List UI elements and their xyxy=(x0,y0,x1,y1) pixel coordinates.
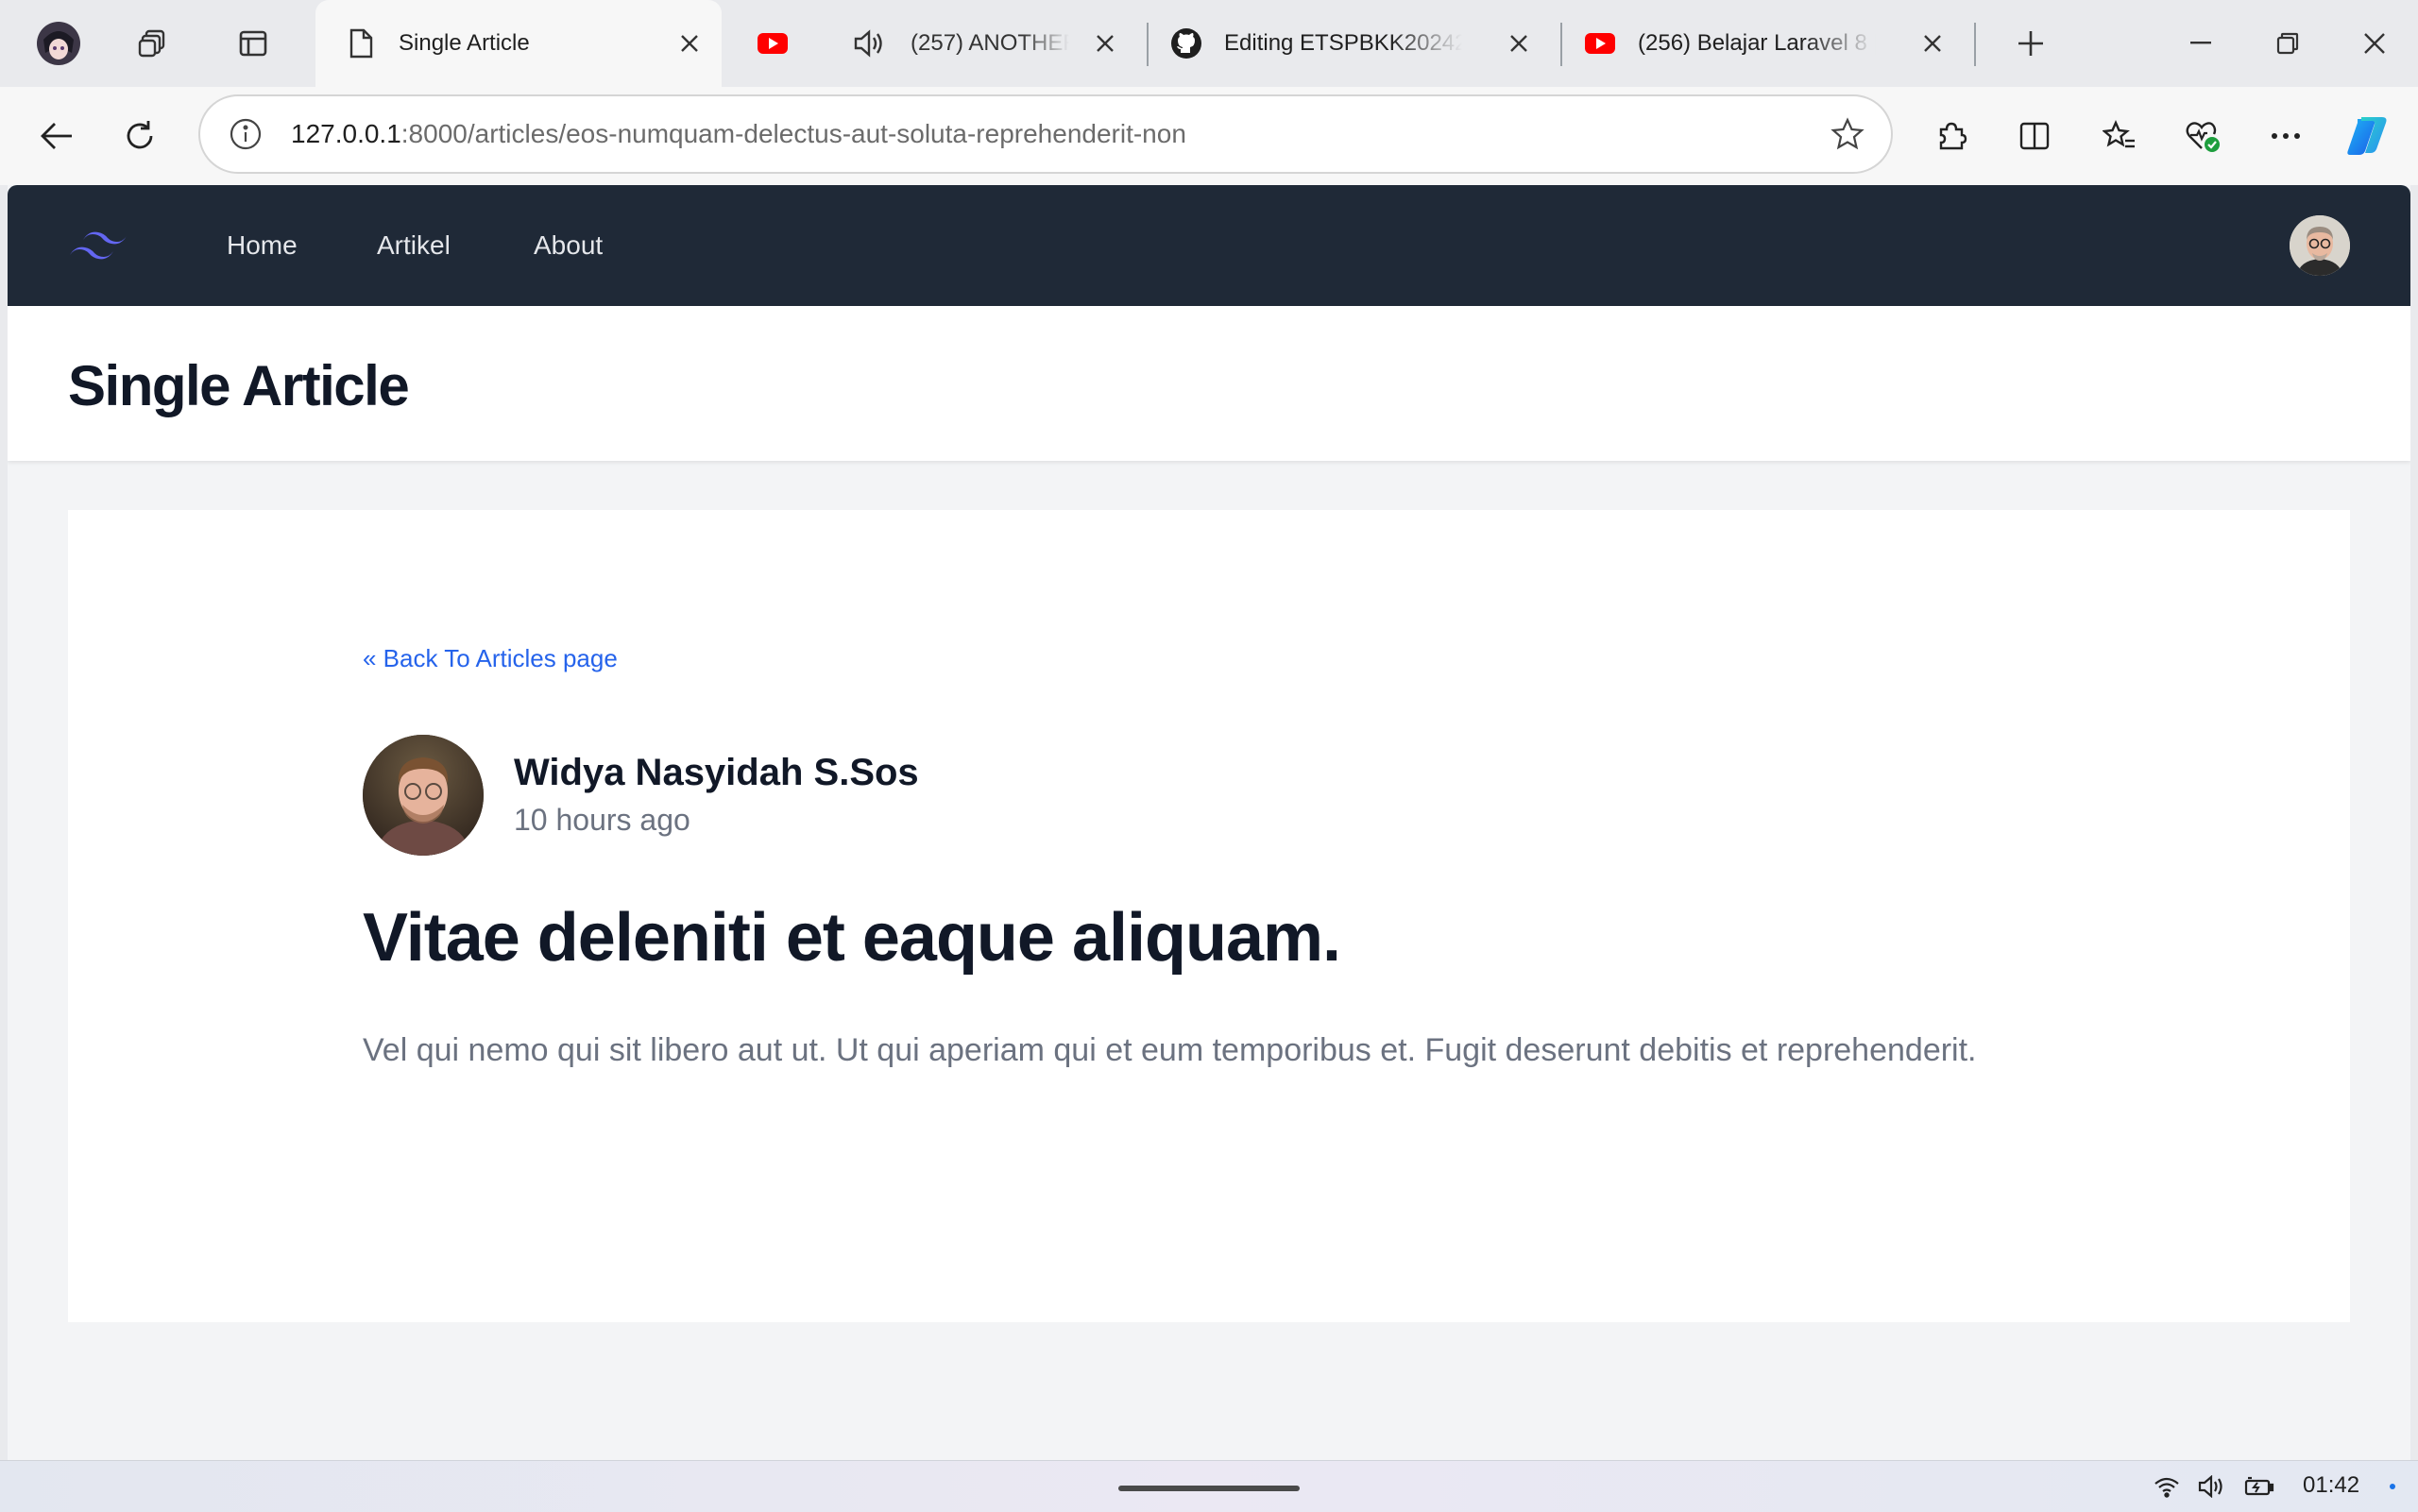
profile-avatar-button[interactable] xyxy=(30,15,87,72)
minimize-button[interactable] xyxy=(2172,15,2229,72)
wifi-icon[interactable] xyxy=(2152,1472,2182,1501)
close-tab-icon[interactable] xyxy=(1916,26,1950,60)
taskbar-handle[interactable] xyxy=(1118,1486,1300,1491)
close-window-button[interactable] xyxy=(2346,15,2403,72)
page-header: Single Article xyxy=(8,306,2410,461)
favorites-button[interactable] xyxy=(2091,108,2148,164)
extensions-button[interactable] xyxy=(1923,108,1980,164)
browser-tab-strip: Single Article (257) ANOTHER Editing ETS… xyxy=(0,0,2418,87)
more-dots-icon xyxy=(2272,133,2300,139)
volume-icon[interactable] xyxy=(2197,1472,2227,1501)
tab-separator xyxy=(1147,23,1149,66)
browser-essentials-button[interactable] xyxy=(2174,108,2231,164)
nav-link-home[interactable]: Home xyxy=(227,223,298,268)
workspaces-icon xyxy=(138,29,165,58)
youtube-icon xyxy=(756,26,790,60)
browser-toolbar: 127.0.0.1:8000/articles/eos-numquam-dele… xyxy=(0,87,2418,185)
puzzle-icon xyxy=(1939,122,1967,150)
web-page: Home Artikel About Single Article « Back… xyxy=(8,185,2410,1460)
article-card: « Back To Articles page Widya Nasyidah S… xyxy=(68,510,2350,1322)
site-navbar: Home Artikel About xyxy=(8,185,2410,306)
back-to-articles-link[interactable]: « Back To Articles page xyxy=(363,644,618,673)
copilot-icon xyxy=(2347,117,2387,155)
tab-title: Single Article xyxy=(399,30,530,56)
page-title: Single Article xyxy=(68,354,410,417)
split-screen-icon xyxy=(2019,122,2050,150)
published-time: 10 hours ago xyxy=(514,803,690,837)
tab-github-editing[interactable]: Editing ETSPBKK202420 xyxy=(1169,0,1547,87)
author-avatar-image xyxy=(363,735,484,856)
tab-actions-icon xyxy=(239,30,267,57)
address-bar[interactable]: 127.0.0.1:8000/articles/eos-numquam-dele… xyxy=(198,94,1893,174)
article-body: Vel qui nemo qui sit libero aut ut. Ut q… xyxy=(363,1032,1977,1068)
workspaces-button[interactable] xyxy=(125,15,181,72)
new-tab-button[interactable] xyxy=(2002,15,2059,72)
url-text: 127.0.0.1:8000/articles/eos-numquam-dele… xyxy=(291,96,1186,172)
page-icon xyxy=(344,26,378,60)
arrow-left-icon xyxy=(41,123,72,149)
split-screen-button[interactable] xyxy=(2006,108,2063,164)
close-tab-icon[interactable] xyxy=(1502,26,1536,60)
url-host: 127.0.0.1 xyxy=(291,119,401,148)
tab-title: (257) ANOTHER xyxy=(911,30,1069,56)
site-info-icon[interactable] xyxy=(229,117,263,156)
taskbar-clock[interactable]: 01:42 xyxy=(2303,1472,2359,1499)
copilot-button[interactable] xyxy=(2339,108,2395,164)
restore-button[interactable] xyxy=(2259,15,2316,72)
reload-button[interactable] xyxy=(111,108,168,164)
close-icon xyxy=(2364,33,2385,54)
heart-check-icon xyxy=(2186,122,2220,152)
reload-icon xyxy=(127,121,153,149)
article-title: Vitae deleniti et eaque aliquam. xyxy=(363,900,1341,976)
vertical-tabs-button[interactable] xyxy=(225,15,281,72)
plus-icon xyxy=(2018,31,2043,56)
audio-playing-icon[interactable] xyxy=(852,26,886,60)
favorites-list-icon xyxy=(2103,120,2135,148)
tab-title: (256) Belajar Laravel 8 | xyxy=(1638,30,1876,56)
taskbar: 01:42 xyxy=(0,1460,2418,1512)
user-avatar[interactable] xyxy=(2290,215,2350,276)
url-path: :8000/articles/eos-numquam-delectus-aut-… xyxy=(400,119,1186,148)
tab-single-article[interactable]: Single Article xyxy=(315,0,722,87)
user-avatar-image xyxy=(2290,215,2350,276)
github-icon xyxy=(1169,26,1203,60)
tab-youtube-another[interactable]: (257) ANOTHER xyxy=(756,0,1133,87)
close-tab-icon[interactable] xyxy=(673,26,707,60)
profile-avatar-icon xyxy=(37,22,80,65)
notification-dot xyxy=(2390,1484,2395,1489)
minimize-icon xyxy=(2190,42,2211,44)
more-options-button[interactable] xyxy=(2257,108,2314,164)
youtube-icon xyxy=(1583,26,1617,60)
nav-link-about[interactable]: About xyxy=(534,223,603,268)
tab-separator xyxy=(1974,23,1976,66)
tab-title: Editing ETSPBKK202420 xyxy=(1224,30,1462,56)
nav-link-artikel[interactable]: Artikel xyxy=(377,223,451,268)
tailwind-logo-icon[interactable] xyxy=(68,225,128,269)
tab-separator xyxy=(1560,23,1562,66)
tab-youtube-laravel[interactable]: (256) Belajar Laravel 8 | xyxy=(1583,0,1961,87)
favorite-star-icon[interactable] xyxy=(1831,117,1865,156)
author-name[interactable]: Widya Nasyidah S.Sos xyxy=(514,752,919,794)
restore-icon xyxy=(2276,32,2299,55)
battery-charging-icon[interactable] xyxy=(2244,1472,2274,1501)
author-avatar xyxy=(363,735,484,856)
close-tab-icon[interactable] xyxy=(1088,26,1122,60)
back-button[interactable] xyxy=(28,108,85,164)
